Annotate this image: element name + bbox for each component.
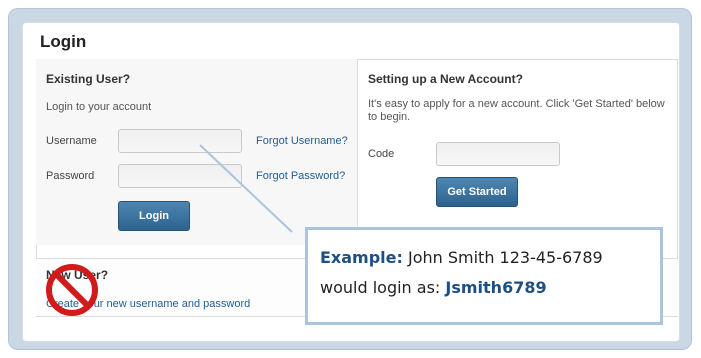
example-callout: Example: John Smith 123-45-6789 would lo… [305, 227, 663, 325]
new-account-heading: Setting up a New Account? [368, 72, 523, 86]
example-text: John Smith 123-45-6789 [402, 248, 603, 267]
password-label: Password [46, 170, 95, 182]
prohibition-icon [46, 264, 98, 316]
forgot-password-link[interactable]: Forgot Password? [256, 170, 345, 182]
username-input[interactable] [118, 129, 242, 153]
get-started-button[interactable]: Get Started [436, 177, 518, 207]
example-label: Example: [320, 248, 403, 267]
forgot-username-link[interactable]: Forgot Username? [256, 135, 348, 147]
existing-user-heading: Existing User? [46, 72, 131, 86]
example-login-value: Jsmith6789 [445, 278, 547, 297]
password-input[interactable] [118, 164, 242, 188]
code-input[interactable] [436, 142, 560, 166]
code-label: Code [368, 148, 395, 160]
login-button[interactable]: Login [118, 201, 190, 231]
username-label: Username [46, 135, 97, 147]
example-login-prefix: would login as: [320, 278, 446, 297]
page-title: Login [40, 32, 87, 51]
login-subtitle: Login to your account [46, 101, 152, 113]
new-account-description: It's easy to apply for a new account. Cl… [368, 98, 665, 123]
